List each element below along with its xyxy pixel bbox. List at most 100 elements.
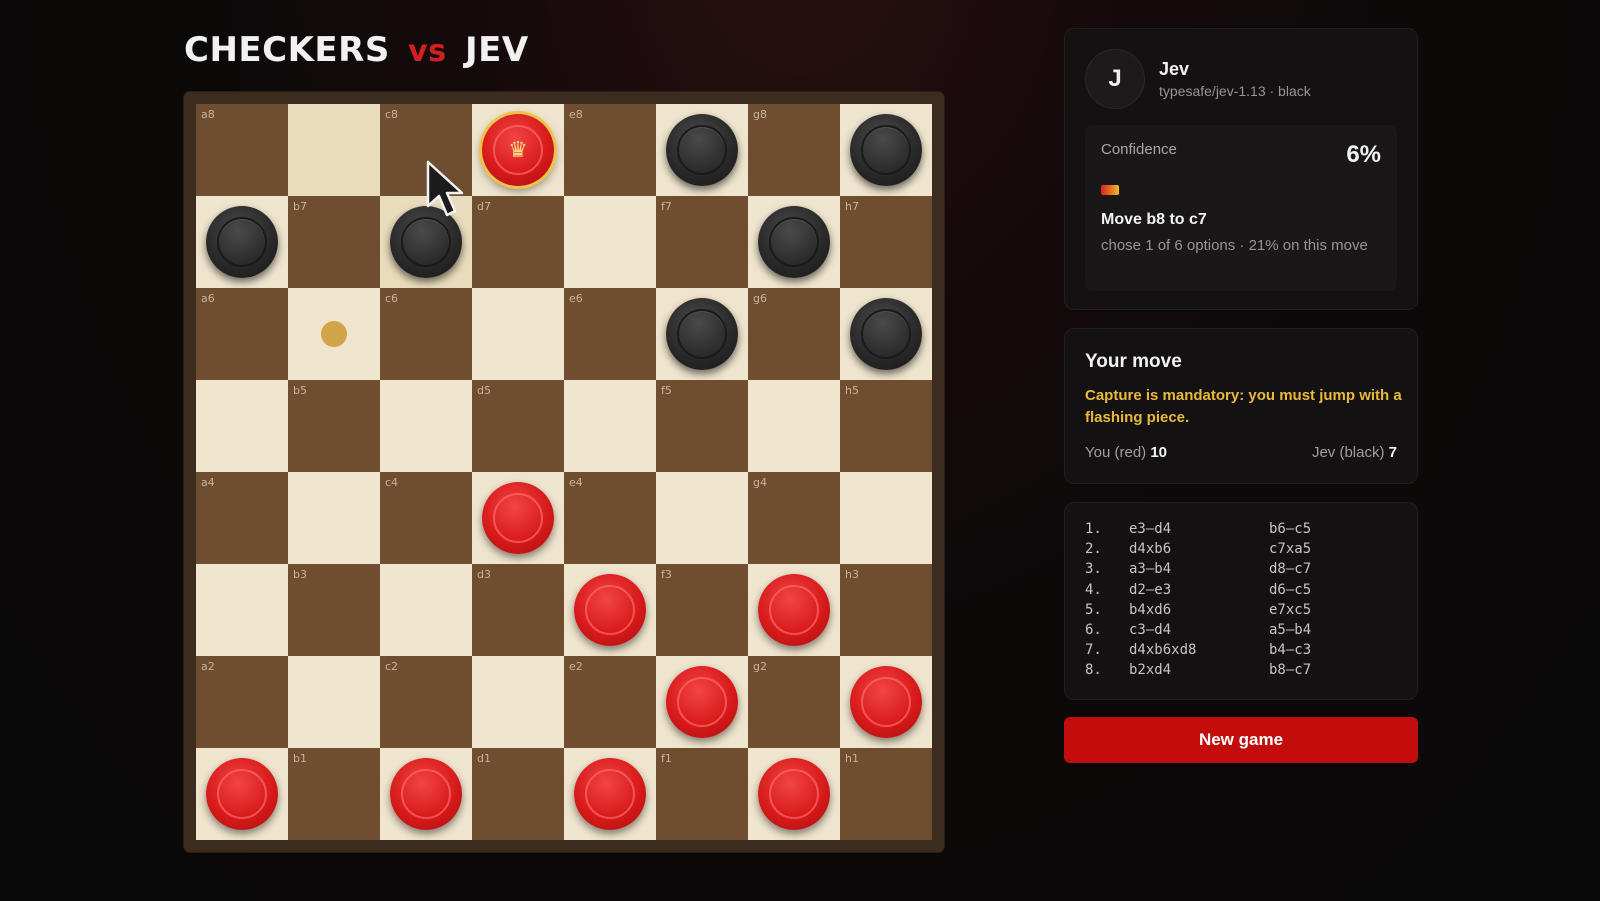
- square-label: b5: [293, 384, 307, 397]
- square-b6: [288, 288, 380, 380]
- black-piece[interactable]: [850, 114, 922, 186]
- square-b1[interactable]: b1: [288, 748, 380, 840]
- square-e3: [564, 564, 656, 656]
- new-game-button[interactable]: New game: [1064, 717, 1418, 763]
- square-d5[interactable]: d5: [472, 380, 564, 472]
- square-g4[interactable]: g4: [748, 472, 840, 564]
- jev-count: 7: [1388, 444, 1397, 461]
- square-e8[interactable]: e8: [564, 104, 656, 196]
- square-h7[interactable]: h7: [840, 196, 932, 288]
- red-piece[interactable]: [666, 666, 738, 738]
- square-c4[interactable]: c4: [380, 472, 472, 564]
- avatar: J: [1085, 49, 1145, 109]
- black-move: e7xc5: [1269, 601, 1312, 618]
- square-a8[interactable]: a8: [196, 104, 288, 196]
- red-piece[interactable]: [574, 574, 646, 646]
- red-piece[interactable]: [850, 666, 922, 738]
- black-move: a5–b4: [1269, 621, 1312, 638]
- red-piece[interactable]: [758, 574, 830, 646]
- square-a4[interactable]: a4: [196, 472, 288, 564]
- square-label: c6: [385, 292, 399, 305]
- black-move: b4–c3: [1269, 642, 1312, 659]
- square-b7[interactable]: b7: [288, 196, 380, 288]
- black-move: c7xa5: [1269, 541, 1312, 558]
- square-h5[interactable]: h5: [840, 380, 932, 472]
- square-f1[interactable]: f1: [656, 748, 748, 840]
- square-f7[interactable]: f7: [656, 196, 748, 288]
- square-b2: [288, 656, 380, 748]
- square-label: d1: [477, 752, 491, 765]
- square-h8: [840, 104, 932, 196]
- square-a1: [196, 748, 288, 840]
- black-piece[interactable]: [206, 206, 278, 278]
- square-d6: [472, 288, 564, 380]
- square-g6[interactable]: g6: [748, 288, 840, 380]
- black-piece[interactable]: [850, 298, 922, 370]
- your-move-card: Your move Capture is mandatory: you must…: [1064, 328, 1418, 484]
- square-e1: [564, 748, 656, 840]
- title-left: CHECKERS: [184, 30, 390, 70]
- black-move: d6–c5: [1269, 581, 1312, 598]
- jev-label: Jev (black): [1311, 444, 1385, 461]
- move-history-card: 1. e3–d4 b6–c5 2. d4xb6 c7xa5 3. a3–b4 d8–c7 4. d2…: [1064, 502, 1418, 700]
- last-move: Move b8 to c7: [1101, 211, 1207, 228]
- square-b3[interactable]: b3: [288, 564, 380, 656]
- square-d2: [472, 656, 564, 748]
- square-a6[interactable]: a6: [196, 288, 288, 380]
- square-g8[interactable]: g8: [748, 104, 840, 196]
- square-label: b3: [293, 568, 307, 581]
- move-number: 2.: [1085, 541, 1102, 558]
- red-move: d2–e3: [1129, 581, 1172, 598]
- square-b4: [288, 472, 380, 564]
- square-label: c8: [385, 108, 399, 121]
- confidence-label: Confidence: [1101, 141, 1177, 158]
- square-a7: [196, 196, 288, 288]
- opponent-model: typesafe/jev-1.13 · black: [1159, 83, 1311, 99]
- black-piece[interactable]: [758, 206, 830, 278]
- black-move: d8–c7: [1269, 561, 1312, 578]
- square-d1[interactable]: d1: [472, 748, 564, 840]
- square-label: g6: [753, 292, 767, 305]
- confidence-panel: Confidence 6% Move b8 to c7 chose 1 of 6…: [1085, 125, 1397, 291]
- black-piece[interactable]: [666, 114, 738, 186]
- square-label: f1: [661, 752, 672, 765]
- square-f3[interactable]: f3: [656, 564, 748, 656]
- square-e2[interactable]: e2: [564, 656, 656, 748]
- square-h6: [840, 288, 932, 380]
- move-target-dot[interactable]: [321, 321, 347, 347]
- square-f5[interactable]: f5: [656, 380, 748, 472]
- square-a2[interactable]: a2: [196, 656, 288, 748]
- square-e6[interactable]: e6: [564, 288, 656, 380]
- square-h3[interactable]: h3: [840, 564, 932, 656]
- red-move: b4xd6: [1129, 601, 1172, 618]
- square-g2[interactable]: g2: [748, 656, 840, 748]
- square-f8: [656, 104, 748, 196]
- square-h1[interactable]: h1: [840, 748, 932, 840]
- red-piece[interactable]: [206, 758, 278, 830]
- square-g3: [748, 564, 840, 656]
- black-move: b6–c5: [1269, 521, 1312, 537]
- square-c2[interactable]: c2: [380, 656, 472, 748]
- move-row: 1. e3–d4 b6–c5: [1085, 521, 1311, 541]
- square-d3[interactable]: d3: [472, 564, 564, 656]
- red-piece[interactable]: [758, 758, 830, 830]
- square-b5[interactable]: b5: [288, 380, 380, 472]
- red-move: c3–d4: [1129, 621, 1172, 638]
- red-king-piece[interactable]: ♛: [482, 114, 554, 186]
- square-e4[interactable]: e4: [564, 472, 656, 564]
- red-piece[interactable]: [574, 758, 646, 830]
- board-frame: a8 c8 ♛ e8 g8 b7 d7 f7 h7 a6 c6 e6 g6 b5 d5 f5 h5 a4 c4 e4 g…: [184, 92, 944, 852]
- red-piece[interactable]: [390, 758, 462, 830]
- move-detail: chose 1 of 6 options · 21% on this move: [1101, 237, 1368, 254]
- checkers-board[interactable]: a8 c8 ♛ e8 g8 b7 d7 f7 h7 a6 c6 e6 g6 b5 d5 f5 h5 a4 c4 e4 g…: [196, 104, 932, 840]
- square-d7[interactable]: d7: [472, 196, 564, 288]
- red-piece[interactable]: [482, 482, 554, 554]
- black-piece[interactable]: [666, 298, 738, 370]
- square-c6[interactable]: c6: [380, 288, 472, 380]
- move-number: 6.: [1085, 621, 1102, 638]
- move-number: 3.: [1085, 561, 1102, 578]
- square-d8: ♛: [472, 104, 564, 196]
- red-piece-count: You (red) 10: [1085, 444, 1167, 461]
- square-label: c4: [385, 476, 399, 489]
- move-history: 1. e3–d4 b6–c5 2. d4xb6 c7xa5 3. a3–b4 d8–c7 4. d2…: [1085, 521, 1311, 683]
